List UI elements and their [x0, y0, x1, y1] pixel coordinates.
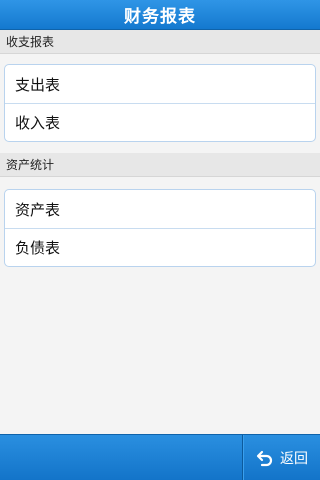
- section-header-assets: 资产统计: [0, 153, 320, 177]
- list-item-label: 资产表: [15, 200, 61, 219]
- list-item-liabilities[interactable]: 负债表: [5, 228, 315, 266]
- section-title: 资产统计: [6, 158, 55, 172]
- group-income-expense: 支出表 收入表: [4, 64, 316, 142]
- section-title: 收支报表: [6, 35, 55, 49]
- list-item-assets[interactable]: 资产表: [5, 190, 315, 228]
- section-header-income-expense: 收支报表: [0, 30, 320, 54]
- bottom-toolbar: 返回: [0, 434, 320, 480]
- list-item-label: 负债表: [15, 239, 61, 257]
- back-button[interactable]: 返回: [244, 435, 320, 480]
- toolbar-divider: [242, 435, 243, 480]
- list-item-income[interactable]: 收入表: [5, 103, 315, 141]
- screen: 财务报表 收支报表 支出表 收入表 资产统计 资产表 负债表 返回: [0, 0, 320, 480]
- back-button-label: 返回: [280, 451, 308, 467]
- undo-arrow-icon: [256, 449, 274, 467]
- list-item-label: 收入表: [15, 114, 61, 132]
- list-item-label: 支出表: [15, 75, 61, 94]
- group-assets: 资产表 负债表: [4, 189, 316, 267]
- page-title: 财务报表: [124, 7, 196, 27]
- list-item-expense[interactable]: 支出表: [5, 65, 315, 103]
- title-bar: 财务报表: [0, 0, 320, 30]
